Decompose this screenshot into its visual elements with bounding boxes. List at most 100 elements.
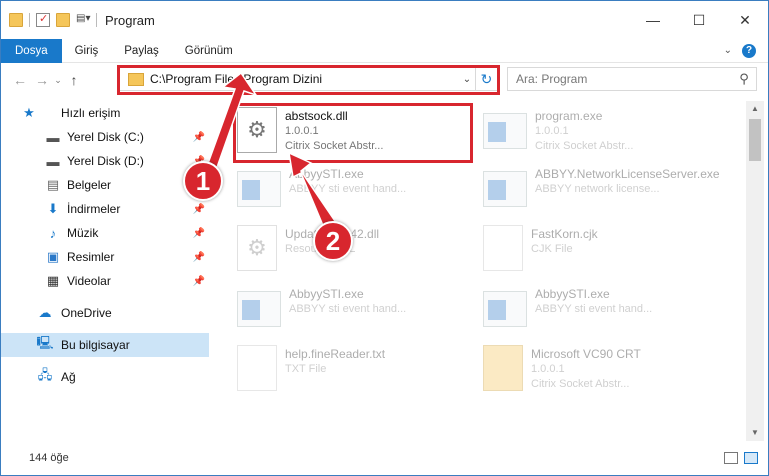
new-folder-icon[interactable] bbox=[56, 13, 70, 27]
sidebar-item-pictures[interactable]: ▣ Resimler 📌 bbox=[1, 245, 209, 269]
network-icon: 🖧 bbox=[37, 367, 53, 382]
tab-view[interactable]: Görünüm bbox=[172, 39, 246, 63]
explorer-window: ▤▾ Program — ☐ ✕ Dosya Giriş Paylaş Görü… bbox=[0, 0, 769, 476]
sidebar-item-label: Resimler bbox=[67, 250, 115, 264]
status-bar: 144 öğe bbox=[1, 441, 768, 475]
sidebar-item-onedrive[interactable]: ☁ OneDrive bbox=[1, 301, 209, 325]
sidebar-item-quick-access[interactable]: ★ Hızlı erişim bbox=[1, 101, 209, 125]
download-icon: ⬇ bbox=[47, 201, 59, 216]
file-name: FastKorn.cjk bbox=[531, 227, 598, 241]
file-highlight-box bbox=[233, 103, 473, 163]
pin-icon: 📌 bbox=[192, 275, 205, 287]
vertical-scrollbar[interactable]: ▲ ▼ bbox=[746, 101, 764, 441]
cloud-icon: ☁ bbox=[38, 305, 52, 320]
tab-share[interactable]: Paylaş bbox=[111, 39, 172, 63]
file-name: help.fineReader.txt bbox=[285, 347, 386, 361]
file-item[interactable]: program.exe 1.0.0.1 Citrix Socket Abstr.… bbox=[483, 107, 723, 167]
drive-icon: ▬ bbox=[46, 129, 60, 145]
file-item[interactable]: FastKorn.cjk CJK File bbox=[483, 225, 723, 285]
quick-access-toolbar: ▤▾ bbox=[1, 12, 97, 27]
step-2-badge: 2 bbox=[313, 221, 353, 261]
tiles-view-icon[interactable] bbox=[744, 452, 758, 464]
sidebar-item-label: Belgeler bbox=[67, 178, 112, 192]
back-button[interactable]: ← bbox=[9, 72, 31, 88]
picture-icon: ▣ bbox=[46, 249, 60, 264]
sidebar-item-local-disk-d[interactable]: ▬ Yerel Disk (D:) 📌 bbox=[1, 149, 209, 173]
file-item[interactable]: AbbyySTI.exe ABBYY sti event hand... bbox=[237, 285, 477, 345]
window-title: Program bbox=[105, 12, 155, 28]
sidebar-item-music[interactable]: ♪ Müzik 📌 bbox=[1, 221, 209, 245]
recent-locations-icon[interactable]: ⌄ bbox=[53, 75, 63, 86]
star-icon: ★ bbox=[23, 105, 35, 120]
pin-icon: 📌 bbox=[192, 251, 205, 263]
file-item[interactable]: AbbyySTI.exe ABBYY sti event hand... bbox=[237, 165, 477, 225]
file-item[interactable]: help.fineReader.txt TXT File bbox=[237, 345, 477, 405]
pin-icon: 📌 bbox=[192, 131, 205, 143]
scroll-down-icon[interactable]: ▼ bbox=[746, 425, 764, 441]
tab-home[interactable]: Giriş bbox=[62, 39, 112, 63]
navigation-pane: ★ Hızlı erişim ▬ Yerel Disk (C:) 📌 ▬ Yer… bbox=[1, 101, 209, 441]
file-name: ABBYY.NetworkLicenseServer.exe bbox=[535, 167, 720, 181]
item-count: 144 öğe bbox=[29, 452, 69, 464]
exe-file-icon bbox=[237, 171, 281, 207]
tab-file[interactable]: Dosya bbox=[1, 38, 62, 63]
sidebar-item-label: Bu bilgisayar bbox=[61, 338, 130, 352]
dll-file-icon: ⚙ bbox=[237, 225, 277, 271]
file-icon bbox=[483, 225, 523, 271]
file-description: TXT File bbox=[285, 363, 327, 375]
sidebar-item-label: Müzik bbox=[67, 226, 99, 240]
sidebar-item-downloads[interactable]: ⬇ İndirmeler 📌 bbox=[1, 197, 209, 221]
file-version: 1.0.0.1 bbox=[535, 125, 569, 137]
sidebar-item-documents[interactable]: ▤ Belgeler 📌 bbox=[1, 173, 209, 197]
ribbon-controls: ⌄ ? bbox=[724, 43, 768, 58]
file-description: Citrix Socket Abstr... bbox=[531, 378, 630, 390]
sidebar-item-network[interactable]: 🖧 Ağ bbox=[1, 365, 209, 389]
file-item[interactable]: AbbyySTI.exe ABBYY sti event hand... bbox=[483, 285, 723, 345]
zip-folder-icon bbox=[483, 345, 523, 391]
file-description: CJK File bbox=[531, 243, 573, 255]
sidebar-item-local-disk-c[interactable]: ▬ Yerel Disk (C:) 📌 bbox=[1, 125, 209, 149]
file-name: Microsoft VC90 CRT bbox=[531, 347, 641, 361]
exe-file-icon bbox=[237, 291, 281, 327]
close-button[interactable]: ✕ bbox=[722, 1, 768, 39]
scroll-thumb[interactable] bbox=[749, 119, 761, 161]
pin-icon: 📌 bbox=[192, 227, 205, 239]
folder-icon bbox=[9, 13, 23, 27]
maximize-button[interactable]: ☐ bbox=[676, 1, 722, 39]
up-button[interactable]: ↑ bbox=[63, 72, 85, 88]
customize-toolbar-icon[interactable]: ▤▾ bbox=[76, 13, 90, 27]
file-name: AbbyySTI.exe bbox=[289, 287, 364, 301]
file-name: AbbyySTI.exe bbox=[535, 287, 610, 301]
step-1-badge: 1 bbox=[183, 161, 223, 201]
computer-icon: 🖳 bbox=[36, 335, 54, 350]
sidebar-item-videos[interactable]: ▦ Videolar 📌 bbox=[1, 269, 209, 293]
exe-file-icon bbox=[483, 171, 527, 207]
divider bbox=[96, 13, 97, 27]
search-icon[interactable]: ⚲ bbox=[732, 71, 756, 87]
sidebar-item-this-pc[interactable]: 🖳 Bu bilgisayar bbox=[1, 333, 209, 357]
file-description: ABBYY sti event hand... bbox=[289, 303, 407, 315]
minimize-button[interactable]: — bbox=[630, 1, 676, 39]
help-icon[interactable]: ? bbox=[742, 43, 756, 58]
forward-button[interactable]: → bbox=[31, 72, 53, 88]
pin-icon: 📌 bbox=[192, 203, 205, 215]
sidebar-item-label: Yerel Disk (D:) bbox=[67, 154, 144, 168]
scroll-up-icon[interactable]: ▲ bbox=[746, 101, 764, 117]
search-input[interactable]: Ara: Program ⚲ bbox=[507, 67, 757, 91]
sidebar-item-label: Ağ bbox=[61, 370, 76, 384]
file-item[interactable]: ⚙ Update...ent42.dll Resource DLL bbox=[237, 225, 477, 285]
file-description: Citrix Socket Abstr... bbox=[535, 140, 634, 152]
file-description: ABBYY sti event hand... bbox=[535, 303, 653, 315]
file-item[interactable]: Microsoft VC90 CRT 1.0.0.1 Citrix Socket… bbox=[483, 345, 723, 405]
expand-ribbon-icon[interactable]: ⌄ bbox=[724, 45, 732, 56]
properties-icon[interactable] bbox=[36, 12, 50, 27]
exe-file-icon bbox=[483, 291, 527, 327]
file-item[interactable]: ABBYY.NetworkLicenseServer.exe ABBYY net… bbox=[483, 165, 723, 225]
document-icon: ▤ bbox=[46, 177, 60, 192]
drive-icon: ▬ bbox=[46, 153, 60, 169]
details-view-icon[interactable] bbox=[724, 452, 738, 464]
file-icon bbox=[237, 345, 277, 391]
divider bbox=[29, 13, 30, 27]
file-name: program.exe bbox=[535, 109, 603, 123]
